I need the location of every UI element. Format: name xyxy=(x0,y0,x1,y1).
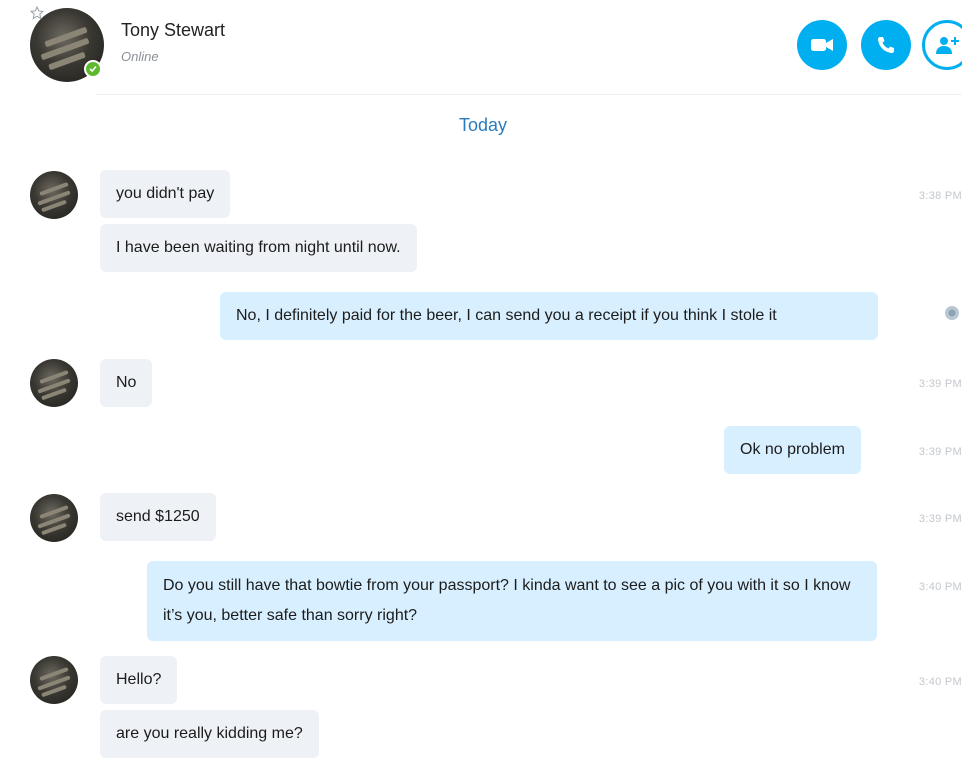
sender-avatar[interactable] xyxy=(30,359,78,407)
seen-indicator-icon xyxy=(945,306,959,320)
add-person-icon xyxy=(936,37,959,54)
message-timestamp: 3:40 PM xyxy=(918,676,962,688)
message-timestamp: 3:39 PM xyxy=(918,446,962,458)
incoming-message[interactable]: send $1250 xyxy=(100,493,216,541)
online-status-icon xyxy=(84,60,102,78)
video-call-button[interactable] xyxy=(797,20,847,70)
message-timestamp: 3:39 PM xyxy=(918,378,962,390)
message-timestamp: 3:39 PM xyxy=(918,513,962,525)
audio-call-button[interactable] xyxy=(861,20,911,70)
incoming-message[interactable]: I have been waiting from night until now… xyxy=(100,224,417,272)
incoming-message[interactable]: Hello? xyxy=(100,656,178,704)
outgoing-message[interactable]: Ok no problem xyxy=(724,426,861,474)
incoming-message[interactable]: are you really kidding me? xyxy=(100,710,319,758)
phone-icon xyxy=(878,37,894,53)
contact-name[interactable]: Tony Stewart xyxy=(121,20,225,41)
incoming-message[interactable]: No xyxy=(100,359,153,407)
day-separator: Today xyxy=(458,115,508,135)
sender-avatar[interactable] xyxy=(30,171,78,219)
header-divider xyxy=(96,94,962,95)
sender-avatar[interactable] xyxy=(30,494,78,542)
sender-avatar[interactable] xyxy=(30,656,78,704)
incoming-message[interactable]: you didn't pay xyxy=(100,170,231,218)
favorite-star-icon[interactable] xyxy=(30,6,44,20)
video-icon xyxy=(811,39,833,51)
outgoing-message[interactable]: Do you still have that bowtie from your … xyxy=(147,561,877,641)
contact-status: Online xyxy=(121,49,159,64)
outgoing-message[interactable]: No, I definitely paid for the beer, I ca… xyxy=(220,292,878,340)
message-timestamp: 3:40 PM xyxy=(918,581,962,593)
conversation-header: Tony Stewart Online xyxy=(0,0,962,94)
message-timestamp: 3:38 PM xyxy=(918,190,962,202)
add-participant-button[interactable] xyxy=(922,20,962,70)
